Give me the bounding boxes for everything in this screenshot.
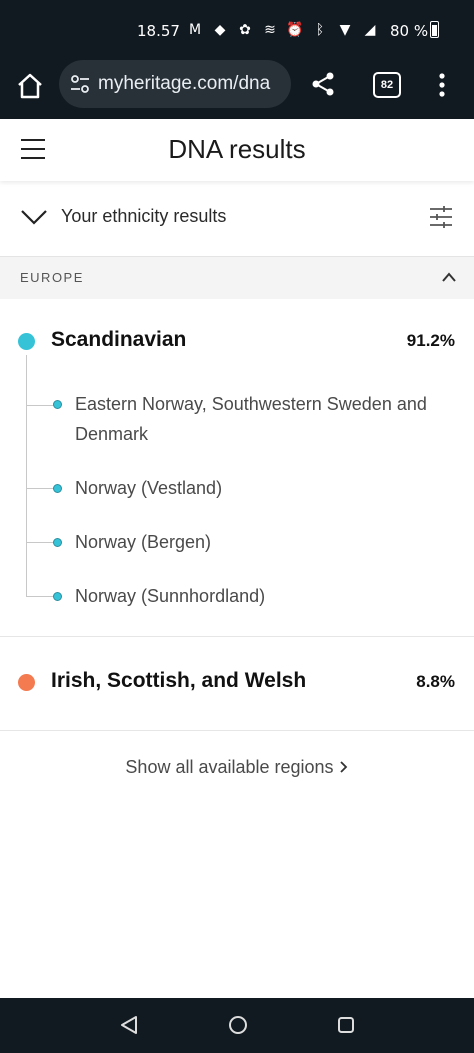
system-nav-bar xyxy=(0,998,474,1053)
subregion-dot xyxy=(53,484,62,493)
tree-branch xyxy=(26,596,54,597)
tree-branch xyxy=(26,488,54,489)
tree-connector xyxy=(26,355,27,597)
share-icon[interactable] xyxy=(309,70,337,98)
tag-icon: ◆ xyxy=(214,22,226,38)
subregion-name[interactable]: Norway (Bergen) xyxy=(75,527,455,557)
settings-app-icon: ✿ xyxy=(239,22,251,38)
battery-icon xyxy=(430,21,439,38)
back-icon[interactable] xyxy=(118,1014,140,1036)
region-color-dot xyxy=(18,333,35,350)
url-text[interactable]: myheritage.com/dna xyxy=(98,73,286,95)
page-title: DNA results xyxy=(168,134,306,164)
home-icon[interactable] xyxy=(14,70,46,102)
subregion-dot xyxy=(53,400,62,409)
tab-switcher-button[interactable]: 82 xyxy=(373,72,401,98)
home-nav-icon[interactable] xyxy=(227,1014,249,1036)
subregion-dot xyxy=(53,538,62,547)
region-percent: 8.8% xyxy=(416,672,455,691)
subregion-name[interactable]: Norway (Vestland) xyxy=(75,473,455,503)
recent-apps-icon[interactable] xyxy=(336,1015,356,1035)
site-settings-icon[interactable] xyxy=(69,73,91,95)
page-header: DNA results xyxy=(0,119,474,181)
divider xyxy=(0,636,474,637)
subregion-dot xyxy=(53,592,62,601)
chevron-up-icon[interactable] xyxy=(441,271,457,283)
subregion-name[interactable]: Eastern Norway, Southwestern Sweden and … xyxy=(75,389,455,449)
status-bar: 18.57 M ◆ ✿ ≋ ⏰ ᛒ ▼ ◢ 80 % xyxy=(0,0,474,62)
region-color-dot xyxy=(18,674,35,691)
gmail-icon: M xyxy=(188,22,202,38)
wifi-icon: ▼ xyxy=(339,22,351,38)
chevron-right-icon[interactable] xyxy=(339,760,349,774)
section-header-europe[interactable]: EUROPE xyxy=(0,256,474,299)
divider xyxy=(0,730,474,731)
browser-toolbar: myheritage.com/dna 82 xyxy=(0,60,474,119)
signal-icon: ◢ xyxy=(364,22,376,38)
status-icons: M ◆ ✿ ≋ ⏰ ᛒ ▼ ◢ xyxy=(186,21,379,39)
filter-icon[interactable] xyxy=(428,205,454,229)
url-bar[interactable]: myheritage.com/dna xyxy=(59,60,291,108)
region-percent: 91.2% xyxy=(406,331,455,350)
alarm-icon: ⏰ xyxy=(286,22,304,38)
show-all-label[interactable]: Show all available regions xyxy=(125,757,333,777)
region-name[interactable]: Irish, Scottish, and Welsh xyxy=(51,669,306,693)
region-name[interactable]: Scandinavian xyxy=(51,328,186,352)
battery-percent: 80 % xyxy=(390,22,429,40)
show-all-regions-link[interactable]: Show all available regions xyxy=(0,757,474,778)
ethnicity-results-toggle[interactable]: Your ethnicity results xyxy=(0,190,474,246)
more-options-icon[interactable] xyxy=(432,70,452,100)
chevron-down-icon[interactable] xyxy=(20,207,48,227)
tree-branch xyxy=(26,542,54,543)
subregion-name[interactable]: Norway (Sunnhordland) xyxy=(75,581,455,611)
ethnicity-results-label[interactable]: Your ethnicity results xyxy=(61,206,226,227)
status-time: 18.57 xyxy=(137,22,180,40)
tree-branch xyxy=(26,405,54,406)
bluetooth-icon: ᛒ xyxy=(315,22,325,38)
section-label: EUROPE xyxy=(20,270,84,285)
audio-icon: ≋ xyxy=(264,22,276,38)
